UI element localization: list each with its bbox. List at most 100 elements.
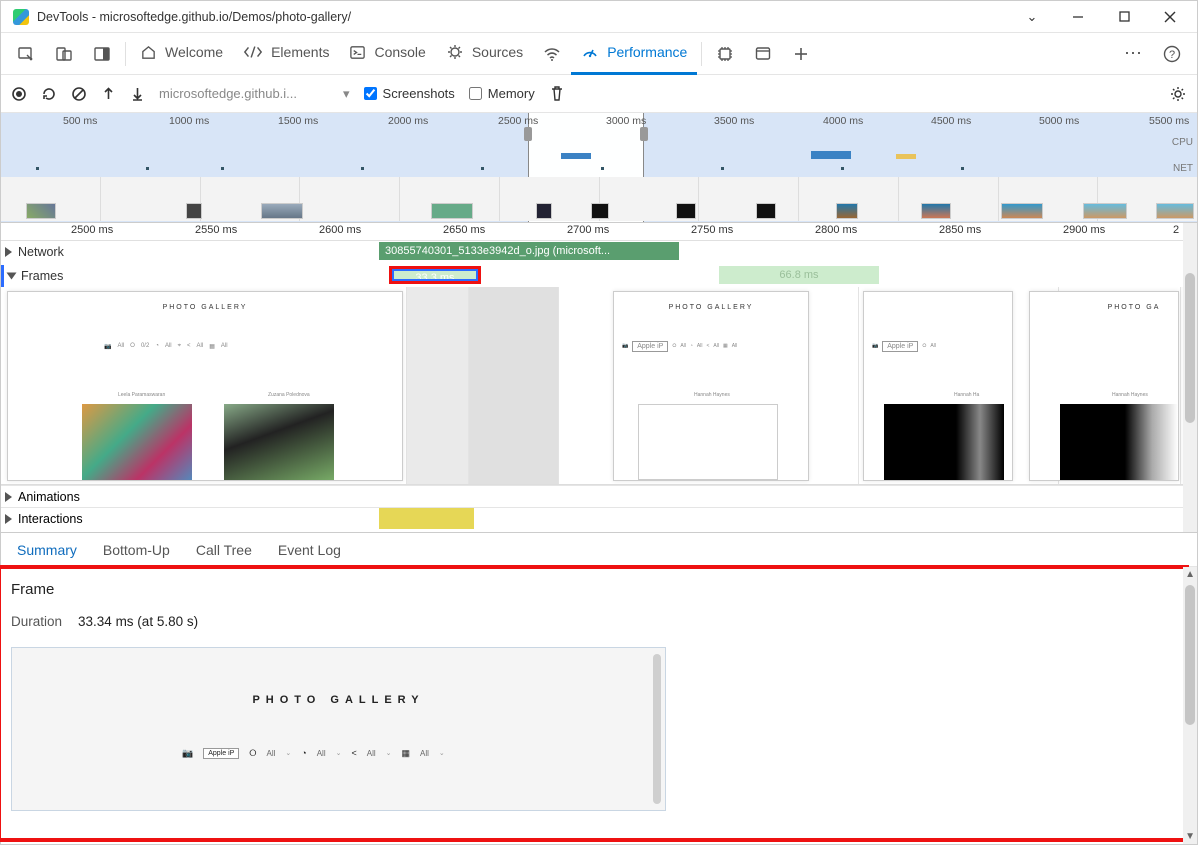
overview-tick: 3000 ms — [606, 115, 646, 127]
overview-tick: 4500 ms — [931, 115, 971, 127]
frame-bar[interactable]: 66.8 ms — [719, 266, 879, 284]
screenshots-checkbox[interactable]: Screenshots — [364, 86, 455, 101]
tab-event-log[interactable]: Event Log — [278, 542, 341, 558]
close-button[interactable] — [1147, 1, 1193, 33]
more-icon[interactable]: ⋯ — [1115, 33, 1153, 75]
filter-all: All — [197, 343, 204, 349]
filter-all: All — [267, 749, 276, 758]
flame-scrollbar[interactable] — [1183, 223, 1197, 532]
tab-sources[interactable]: Sources — [436, 33, 533, 75]
flame-tick: 2850 ms — [939, 224, 981, 236]
filter-all: All — [367, 749, 376, 758]
filter-all: All — [697, 343, 703, 349]
frames-screenshot-strip: PHOTO GALLERY 📷All⭘0/2 ◔All⌖<All ▦All Le… — [1, 287, 1197, 485]
frame-bar-label: 33.3 ms — [415, 272, 454, 284]
filter-all: All — [317, 749, 326, 758]
frame-bar-selected[interactable]: 33.3 ms — [389, 266, 481, 284]
main-tab-bar: Welcome Elements Console Sources Perform… — [1, 33, 1197, 75]
tab-performance[interactable]: Performance — [571, 33, 697, 75]
filter-all: All — [713, 343, 719, 349]
gallery-title: PHOTO GA — [1090, 304, 1178, 311]
animations-track[interactable]: Animations — [1, 485, 1197, 507]
tab-welcome-label: Welcome — [165, 44, 223, 60]
flame-tick: 2 — [1173, 224, 1179, 236]
frame-preview: PHOTO GALLERY 📷Apple iP ⭘All⌄ ◔All⌄ <All… — [11, 647, 666, 811]
settings-gear-icon[interactable] — [1169, 85, 1187, 103]
minimize-button[interactable] — [1055, 1, 1101, 33]
help-icon[interactable]: ? — [1153, 33, 1191, 75]
photo-caption: Hannah Haynes — [694, 392, 730, 398]
device-toggle-icon[interactable] — [45, 33, 83, 75]
inspect-icon[interactable] — [7, 33, 45, 75]
flame-tick: 2750 ms — [691, 224, 733, 236]
flame-tick: 2900 ms — [1063, 224, 1105, 236]
tab-welcome[interactable]: Welcome — [130, 33, 233, 75]
chevron-down-icon[interactable]: ⌄ — [1009, 1, 1055, 33]
title-bar: DevTools - microsoftedge.github.io/Demos… — [1, 1, 1197, 33]
filter-all: All — [930, 343, 936, 349]
tab-console-label: Console — [374, 44, 425, 60]
flame-tick: 2800 ms — [815, 224, 857, 236]
flame-chart[interactable]: 2500 ms 2550 ms 2600 ms 2650 ms 2700 ms … — [1, 223, 1197, 533]
collapse-icon — [5, 514, 12, 524]
photo-caption: Leela Paramaswaran — [118, 392, 165, 398]
reload-record-button[interactable] — [41, 86, 57, 102]
network-label: Network — [18, 245, 64, 259]
memory-label: Memory — [488, 86, 535, 101]
overview-tick: 500 ms — [63, 115, 97, 127]
expand-icon — [7, 273, 17, 280]
tab-call-tree[interactable]: Call Tree — [196, 542, 252, 558]
flame-tick: 2500 ms — [71, 224, 113, 236]
add-tab-icon[interactable] — [782, 33, 820, 75]
gallery-title: PHOTO GALLERY — [8, 304, 402, 311]
photo-caption: Hannah Haynes — [1112, 392, 1148, 398]
animations-label: Animations — [18, 490, 80, 504]
record-button[interactable] — [11, 86, 27, 102]
overview-tick: 1500 ms — [278, 115, 318, 127]
interactions-label: Interactions — [18, 512, 83, 526]
application-panel-icon[interactable] — [744, 33, 782, 75]
preview-scrollbar[interactable] — [653, 654, 661, 804]
details-scrollbar[interactable]: ▲ ▼ — [1183, 567, 1197, 844]
filter-all: All — [680, 343, 686, 349]
memory-checkbox[interactable]: Memory — [469, 86, 535, 101]
upload-button[interactable] — [101, 86, 116, 102]
trash-icon[interactable] — [549, 85, 565, 102]
tab-performance-label: Performance — [607, 44, 687, 60]
details-pane: Frame Duration 33.34 ms (at 5.80 s) PHOT… — [1, 567, 1197, 844]
network-request-bar[interactable]: 30855740301_5133e3942d_o.jpg (microsoft.… — [379, 242, 679, 260]
filter-all: All — [221, 343, 228, 349]
tab-elements[interactable]: Elements — [233, 33, 339, 75]
network-conditions-icon[interactable] — [533, 33, 571, 75]
url-dropdown-icon[interactable]: ▾ — [343, 86, 350, 102]
filter-all: All — [420, 749, 429, 758]
frames-track-header[interactable]: Frames — [1, 265, 1197, 287]
overview-tick: 3500 ms — [714, 115, 754, 127]
dock-icon[interactable] — [83, 33, 121, 75]
tab-summary[interactable]: Summary — [17, 542, 77, 558]
filter-all: All — [732, 343, 738, 349]
camera-chip: Apple iP — [203, 748, 239, 759]
tab-bottom-up[interactable]: Bottom-Up — [103, 542, 170, 558]
timeline-overview[interactable]: 500 ms 1000 ms 1500 ms 2000 ms 2500 ms 3… — [1, 113, 1197, 223]
recording-url[interactable]: microsoftedge.github.i... — [159, 86, 329, 101]
memory-panel-icon[interactable] — [706, 33, 744, 75]
interactions-track[interactable]: Interactions ▼ — [1, 507, 1197, 529]
maximize-button[interactable] — [1101, 1, 1147, 33]
detail-tab-bar: Summary Bottom-Up Call Tree Event Log — [1, 533, 1197, 567]
clear-button[interactable] — [71, 86, 87, 102]
overview-tick: 4000 ms — [823, 115, 863, 127]
tab-sources-label: Sources — [472, 44, 523, 60]
filter-count: 0/2 — [141, 343, 149, 349]
window-title: DevTools - microsoftedge.github.io/Demos… — [37, 10, 351, 24]
details-heading: Frame — [11, 581, 1187, 598]
screenshots-label: Screenshots — [383, 86, 455, 101]
overview-tick: 1000 ms — [169, 115, 209, 127]
frames-label: Frames — [21, 269, 63, 283]
flame-tick: 2700 ms — [567, 224, 609, 236]
overview-tick: 5500 ms — [1149, 115, 1189, 127]
download-button[interactable] — [130, 86, 145, 102]
tab-console[interactable]: Console — [339, 33, 435, 75]
collapse-icon — [5, 492, 12, 502]
interaction-bar[interactable] — [379, 508, 474, 529]
